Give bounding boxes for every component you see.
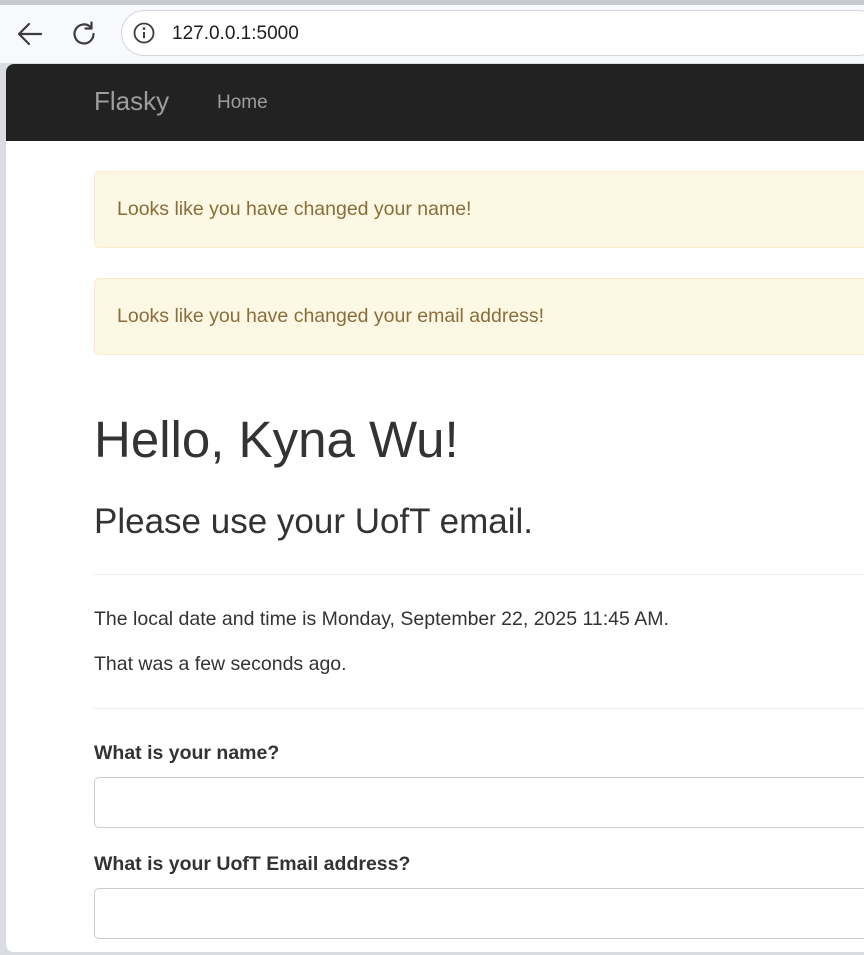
url-text: 127.0.0.1:5000 xyxy=(172,23,299,44)
relative-time-text: That was a few seconds ago. xyxy=(94,653,347,675)
address-bar[interactable]: 127.0.0.1:5000 xyxy=(121,10,864,56)
local-datetime-text: The local date and time is Monday, Septe… xyxy=(94,608,669,630)
name-input[interactable] xyxy=(94,777,864,828)
reload-icon xyxy=(73,21,95,45)
nav-home-link[interactable]: Home xyxy=(217,92,268,114)
email-input[interactable] xyxy=(94,888,864,939)
page-subheading: Please use your UofT email. xyxy=(94,502,534,541)
info-icon[interactable] xyxy=(133,22,155,44)
page-viewport: Flasky Home Looks like you have changed … xyxy=(6,64,864,952)
flash-message-text: Looks like you have changed your email a… xyxy=(117,305,545,327)
divider xyxy=(94,708,864,709)
browser-toolbar: 127.0.0.1:5000 xyxy=(0,5,864,63)
flash-message: Looks like you have changed your email a… xyxy=(94,278,864,355)
navbar: Flasky Home xyxy=(6,64,864,141)
back-button[interactable] xyxy=(14,18,46,50)
reload-button[interactable] xyxy=(68,18,100,50)
name-label: What is your name? xyxy=(94,742,280,764)
flash-message-text: Looks like you have changed your name! xyxy=(117,198,472,220)
navbar-brand-link[interactable]: Flasky xyxy=(94,86,169,117)
page-title: Hello, Kyna Wu! xyxy=(94,411,459,468)
back-arrow-icon xyxy=(17,22,43,46)
flash-message: Looks like you have changed your name! xyxy=(94,171,864,248)
email-label: What is your UofT Email address? xyxy=(94,853,411,875)
divider xyxy=(94,574,864,575)
